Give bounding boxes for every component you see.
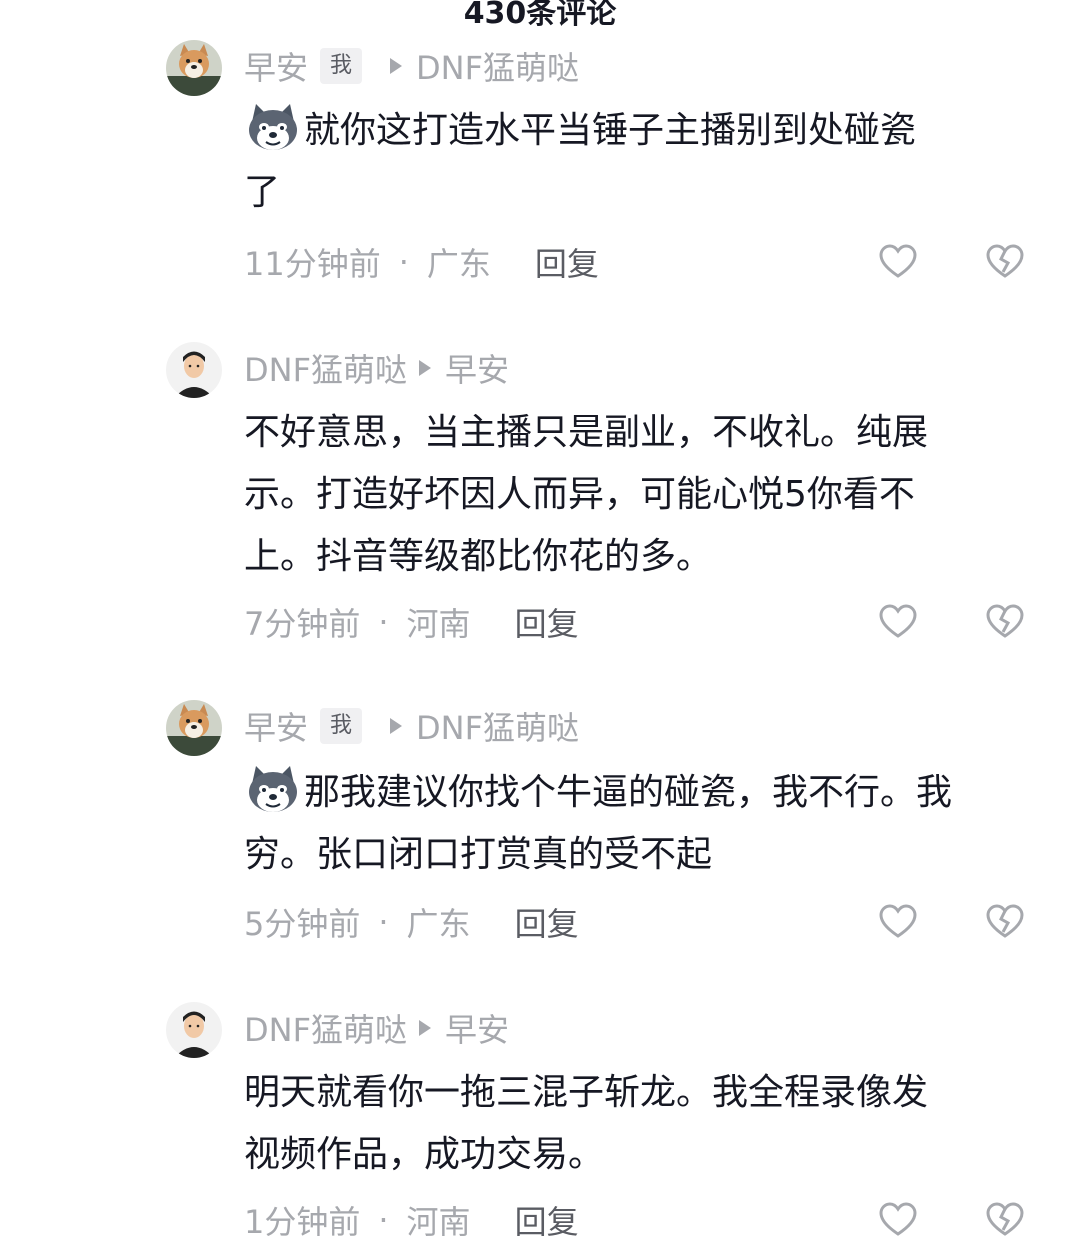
avatar-shiba[interactable]	[166, 40, 222, 96]
comment-text-line: 示。打造好坏因人而异，可能心悦5你看不	[244, 474, 915, 515]
comment-text: 那我建议你找个牛逼的碰瓷，我不行。我 穷。张口闭口打赏真的受不起	[244, 762, 1034, 886]
comment-footer: 7分钟前 · 河南 回复	[244, 600, 579, 644]
broken-heart-icon[interactable]	[985, 1200, 1025, 1240]
comment-item: 早安 我 DNF猛萌哒 就你这打造水平当锤子主播别到处碰瓷 了 11分钟前 · …	[0, 38, 1080, 298]
comment-region: 广东	[406, 905, 471, 943]
me-badge: 我	[320, 48, 363, 84]
comment-item: DNF猛萌哒 早安 不好意思，当主播只是副业，不收礼。纯展 示。打造好坏因人而异…	[0, 338, 1080, 658]
avatar-shiba[interactable]	[166, 700, 222, 756]
comment-text-line: 了	[244, 172, 281, 213]
comment-text-line: 不好意思，当主播只是副业，不收礼。纯展	[244, 412, 929, 453]
separator-dot: ·	[378, 603, 389, 641]
separator-dot: ·	[398, 243, 409, 281]
comment-text-line: 穷。张口闭口打赏真的受不起	[244, 834, 713, 875]
comment-text: 就你这打造水平当锤子主播别到处碰瓷 了	[244, 100, 1034, 224]
comment-meta: DNF猛萌哒 早安	[244, 1006, 509, 1050]
comment-meta: 早安 我 DNF猛萌哒	[244, 44, 579, 88]
reply-button[interactable]: 回复	[535, 239, 599, 285]
reply-button[interactable]: 回复	[515, 599, 579, 645]
me-badge: 我	[320, 708, 363, 744]
broken-heart-icon[interactable]	[985, 242, 1025, 282]
reply-arrow-icon	[390, 718, 403, 734]
comment-footer: 1分钟前 · 河南 回复	[244, 1198, 579, 1242]
comment-text-line: 就你这打造水平当锤子主播别到处碰瓷	[304, 110, 917, 151]
reply-button[interactable]: 回复	[515, 1197, 579, 1243]
broken-heart-icon[interactable]	[985, 602, 1025, 642]
reply-to-name[interactable]: 早安	[445, 1005, 509, 1051]
comment-text-line: 上。抖音等级都比你花的多。	[244, 536, 713, 577]
comment-region: 河南	[406, 1203, 471, 1241]
comments-count-title: 430条评论	[463, 0, 617, 31]
comment-region: 广东	[426, 245, 491, 283]
avatar-man[interactable]	[166, 342, 222, 398]
avatar-man[interactable]	[166, 1002, 222, 1058]
heart-outline-icon[interactable]	[878, 242, 918, 282]
heart-outline-icon[interactable]	[878, 902, 918, 942]
broken-heart-icon[interactable]	[985, 902, 1025, 942]
husky-emoji-icon	[244, 764, 302, 816]
husky-emoji-icon	[244, 102, 302, 154]
comment-time: 11分钟前	[244, 245, 381, 283]
reply-button[interactable]: 回复	[515, 899, 579, 945]
reply-to-name[interactable]: 早安	[445, 345, 509, 391]
separator-dot: ·	[378, 1201, 389, 1239]
separator-dot: ·	[378, 903, 389, 941]
comment-footer: 5分钟前 · 广东 回复	[244, 900, 579, 944]
comment-meta: DNF猛萌哒 早安	[244, 346, 509, 390]
comment-text: 明天就看你一拖三混子斩龙。我全程录像发 视频作品，成功交易。	[244, 1062, 1034, 1186]
reply-arrow-icon	[419, 360, 431, 376]
comment-footer: 11分钟前 · 广东 回复	[244, 240, 599, 284]
author-name[interactable]: DNF猛萌哒	[244, 1005, 407, 1051]
comment-text-line: 视频作品，成功交易。	[244, 1134, 605, 1175]
author-name[interactable]: DNF猛萌哒	[244, 345, 407, 391]
reply-to-name[interactable]: DNF猛萌哒	[416, 43, 579, 89]
reply-to-name[interactable]: DNF猛萌哒	[416, 703, 579, 749]
comment-region: 河南	[406, 605, 471, 643]
comment-item: 早安 我 DNF猛萌哒 那我建议你找个牛逼的碰瓷，我不行。我 穷。张口闭口打赏真…	[0, 698, 1080, 958]
comment-item: DNF猛萌哒 早安 明天就看你一拖三混子斩龙。我全程录像发 视频作品，成功交易。…	[0, 998, 1080, 1245]
comment-meta: 早安 我 DNF猛萌哒	[244, 704, 579, 748]
author-name[interactable]: 早安	[244, 703, 308, 749]
comment-time: 1分钟前	[244, 1203, 361, 1241]
heart-outline-icon[interactable]	[878, 1200, 918, 1240]
comment-time: 7分钟前	[244, 605, 361, 643]
reply-arrow-icon	[390, 58, 403, 74]
heart-outline-icon[interactable]	[878, 602, 918, 642]
comment-time: 5分钟前	[244, 905, 361, 943]
reply-arrow-icon	[419, 1020, 431, 1036]
comment-text-line: 明天就看你一拖三混子斩龙。我全程录像发	[244, 1072, 929, 1113]
comment-text-line: 那我建议你找个牛逼的碰瓷，我不行。我	[304, 772, 953, 813]
comment-text: 不好意思，当主播只是副业，不收礼。纯展 示。打造好坏因人而异，可能心悦5你看不 …	[244, 402, 1034, 588]
author-name[interactable]: 早安	[244, 43, 308, 89]
